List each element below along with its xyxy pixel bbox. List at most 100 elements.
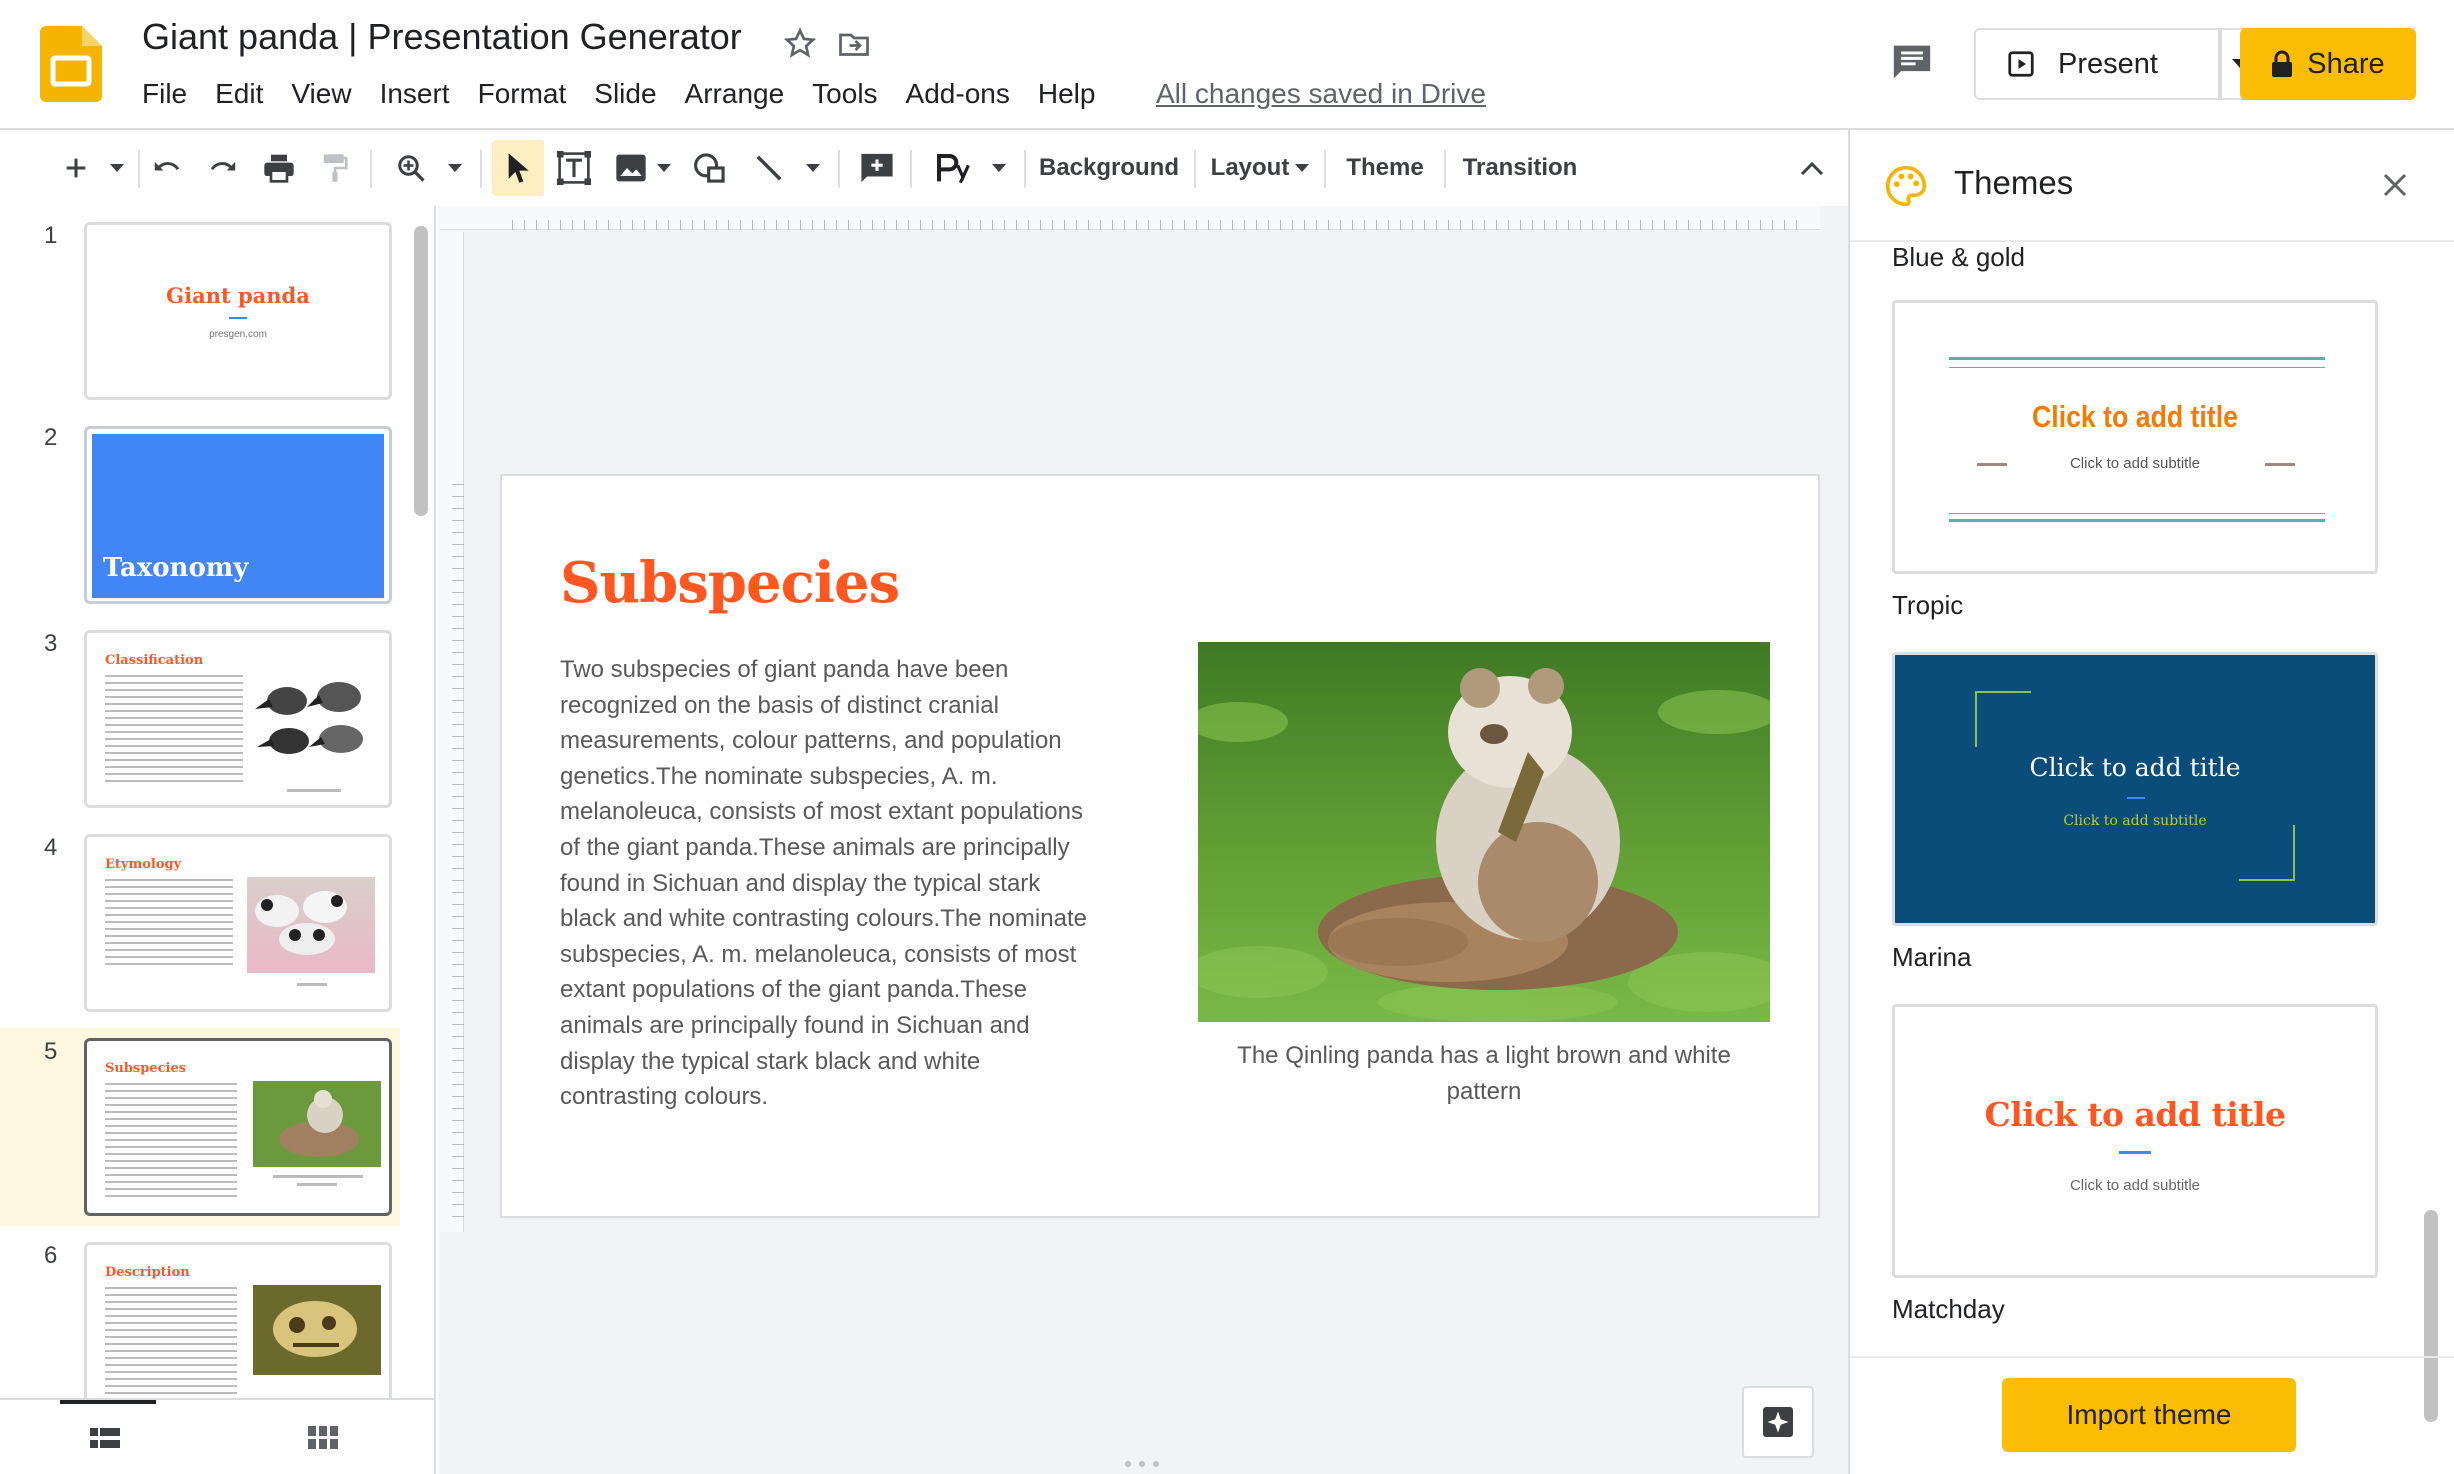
theme-name-matchday: Matchday <box>1892 1294 2005 1324</box>
grid-view-icon[interactable] <box>308 1426 338 1450</box>
background-button[interactable]: Background <box>1038 132 1180 204</box>
redo-icon[interactable] <box>202 132 244 204</box>
share-button[interactable]: Share <box>2240 28 2416 100</box>
line-dropdown-icon[interactable] <box>798 132 828 204</box>
present-label: Present <box>2058 47 2158 80</box>
marina-corner-bottom <box>2239 825 2295 881</box>
star-icon[interactable] <box>782 26 818 62</box>
toolbar-divider <box>480 150 482 188</box>
menu-arrange[interactable]: Arrange <box>671 76 799 112</box>
tropic-card-title: Click to add title <box>2032 399 2238 434</box>
slide-filmstrip[interactable]: 1 Giant panda presgen.com 2 Taxonomy 3 C… <box>0 206 436 1400</box>
line-icon[interactable] <box>748 132 790 204</box>
tropic-top-line-thin <box>1949 367 2325 368</box>
slide-body-text[interactable]: Two subspecies of giant panda have been … <box>560 652 1100 1115</box>
document-title[interactable]: Giant panda | Presentation Generator <box>142 16 742 58</box>
layout-button[interactable]: Layout <box>1208 132 1312 204</box>
slide-thumbnail-3[interactable]: Classification <box>84 630 392 808</box>
slide-number: 2 <box>44 424 58 451</box>
toolbar: Background Layout Theme Transition <box>0 132 1848 204</box>
tropic-bottom-line <box>1949 519 2325 522</box>
select-cursor-icon[interactable] <box>496 132 540 204</box>
slide-thumbnail-4[interactable]: Etymology <box>84 834 392 1012</box>
theme-name-blue-gold: Blue & gold <box>1892 242 2025 272</box>
new-slide-icon[interactable] <box>56 132 96 204</box>
insert-image-icon[interactable] <box>610 132 652 204</box>
toolbar-divider <box>1444 150 1446 188</box>
slide-thumbnail-1[interactable]: Giant panda presgen.com <box>84 222 392 400</box>
menu-insert[interactable]: Insert <box>366 76 464 112</box>
move-to-folder-icon[interactable] <box>836 26 872 62</box>
photo-caption[interactable]: The Qinling panda has a light brown and … <box>1198 1038 1770 1110</box>
zoom-icon[interactable] <box>390 132 432 204</box>
slides-logo-icon[interactable] <box>40 26 102 102</box>
menu-format[interactable]: Format <box>464 76 581 112</box>
explore-button[interactable] <box>1742 1386 1814 1458</box>
themes-header: Themes <box>1850 130 2454 242</box>
marina-corner-top <box>1975 691 2031 747</box>
thumb-skull-photo <box>253 1285 381 1375</box>
theme-card-matchday[interactable]: Click to add title Click to add subtitle <box>1892 1004 2378 1278</box>
menu-tools[interactable]: Tools <box>798 76 891 112</box>
new-slide-dropdown-icon[interactable] <box>102 132 132 204</box>
slide-thumbnail-2[interactable]: Taxonomy <box>84 426 392 604</box>
thumb-panda-photo <box>253 1081 381 1167</box>
menu-addons[interactable]: Add-ons <box>892 76 1024 112</box>
thumb-caption <box>297 1183 337 1186</box>
zoom-dropdown-icon[interactable] <box>440 132 470 204</box>
print-icon[interactable] <box>258 132 300 204</box>
menu-file[interactable]: File <box>128 76 201 112</box>
slide-thumbnail-6[interactable]: Description <box>84 1242 392 1400</box>
qinling-panda-photo[interactable] <box>1198 642 1770 1022</box>
active-view-indicator <box>60 1400 156 1404</box>
theme-name-marina: Marina <box>1892 942 1972 972</box>
image-dropdown-icon[interactable] <box>652 132 676 204</box>
tropic-dash-left <box>1977 463 2007 466</box>
filmstrip-scrollbar[interactable] <box>414 226 428 516</box>
marina-card-subtitle: Click to add subtitle <box>2063 813 2207 829</box>
thumb-title: Taxonomy <box>103 553 249 583</box>
current-slide[interactable]: Subspecies Two subspecies of giant panda… <box>502 476 1818 1216</box>
thumb-title: Classification <box>105 653 204 668</box>
toolbar-divider <box>1024 150 1026 188</box>
menu-edit[interactable]: Edit <box>201 76 277 112</box>
input-tools-icon[interactable] <box>928 132 982 204</box>
marina-card-title: Click to add title <box>2029 753 2241 782</box>
import-theme-button[interactable]: Import theme <box>2002 1378 2296 1452</box>
matchday-card-title: Click to add title <box>1984 1095 2286 1134</box>
menu-slide[interactable]: Slide <box>580 76 670 112</box>
thumb-text-lines <box>105 879 233 969</box>
collapse-menus-icon[interactable] <box>1794 132 1830 204</box>
present-button[interactable]: Present <box>1974 28 2222 100</box>
slide-title[interactable]: Subspecies <box>560 550 900 616</box>
comments-icon[interactable] <box>1890 42 1934 82</box>
thumb-title: Giant panda <box>166 283 310 308</box>
slide-number: 1 <box>44 222 58 249</box>
save-status-link[interactable]: All changes saved in Drive <box>1156 78 1486 110</box>
transition-button[interactable]: Transition <box>1458 132 1582 204</box>
theme-button[interactable]: Theme <box>1338 132 1432 204</box>
menu-view[interactable]: View <box>277 76 365 112</box>
slide-number: 3 <box>44 630 58 657</box>
horizontal-ruler[interactable] <box>440 206 1820 230</box>
filmstrip-view-icon[interactable] <box>90 1426 120 1450</box>
tropic-top-line <box>1949 357 2325 360</box>
close-icon[interactable] <box>2380 170 2410 200</box>
shape-icon[interactable] <box>688 132 732 204</box>
theme-card-marina[interactable]: Click to add title Click to add subtitle <box>1892 652 2378 926</box>
text-box-icon[interactable] <box>552 132 596 204</box>
input-tools-dropdown-icon[interactable] <box>984 132 1014 204</box>
undo-icon[interactable] <box>146 132 188 204</box>
matchday-underline <box>2119 1151 2151 1154</box>
paint-format-icon[interactable] <box>314 132 356 204</box>
toolbar-divider <box>370 150 372 188</box>
thumb-title: Etymology <box>105 857 182 872</box>
notes-drag-handle[interactable] <box>1122 1460 1162 1468</box>
menu-help[interactable]: Help <box>1024 76 1110 112</box>
chevron-down-icon <box>1295 164 1310 172</box>
vertical-ruler[interactable] <box>440 232 464 1232</box>
palette-icon <box>1884 164 1928 208</box>
add-comment-icon[interactable] <box>856 132 898 204</box>
slide-thumbnail-5[interactable]: Subspecies <box>84 1038 392 1216</box>
theme-card-tropic[interactable]: Click to add title Click to add subtitle <box>1892 300 2378 574</box>
